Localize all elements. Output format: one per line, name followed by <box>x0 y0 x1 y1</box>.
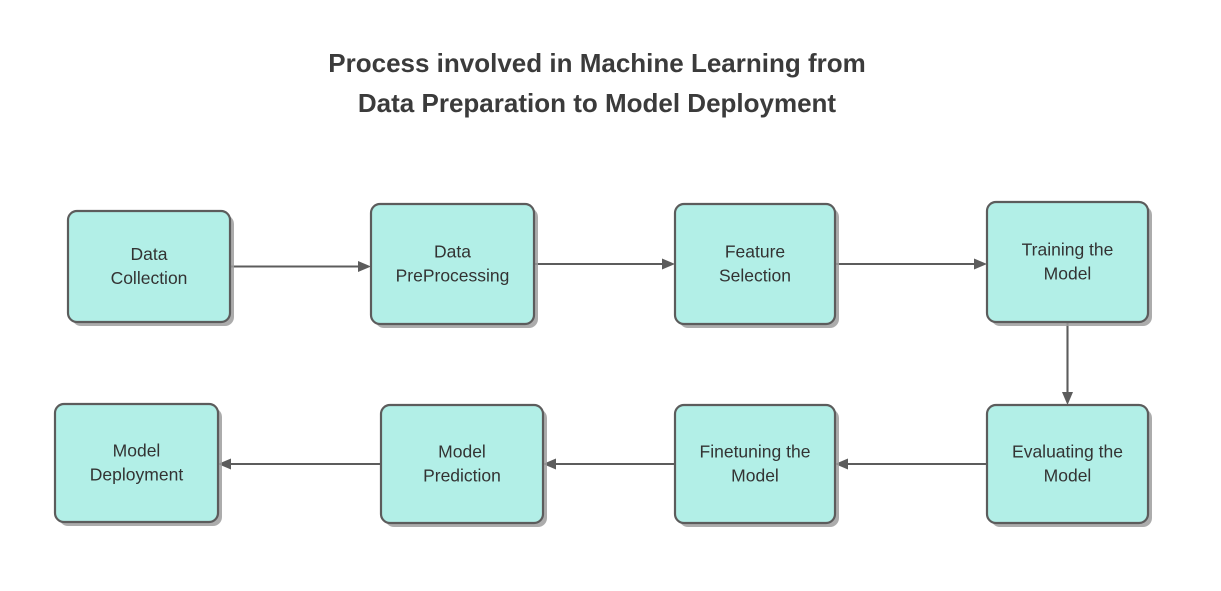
arrowhead-icon <box>662 258 675 270</box>
arrowhead-icon <box>1062 392 1073 405</box>
edge-feature-to-training <box>835 258 987 270</box>
edge-training-to-evaluating <box>1062 322 1073 405</box>
node-box[interactable] <box>53 402 220 524</box>
node-label-line-2: Collection <box>111 268 188 288</box>
node-box[interactable] <box>379 403 545 525</box>
node-label-line-1: Data <box>131 244 168 264</box>
title-line-2: Data Preparation to Model Deployment <box>358 88 837 118</box>
node-label-line-2: Model <box>731 466 779 486</box>
node-box[interactable] <box>985 403 1150 525</box>
node-label-line-2: Prediction <box>423 466 501 486</box>
edge-collection-to-preprocessing <box>230 261 371 272</box>
arrowhead-icon <box>974 258 987 270</box>
edge-preprocessing-to-feature <box>534 258 675 270</box>
node-label-line-2: Model <box>1044 264 1092 284</box>
edges-layer <box>218 258 1073 470</box>
node-training-the-model[interactable]: Training the Model <box>985 200 1152 326</box>
node-label-line-2: PreProcessing <box>396 266 510 286</box>
node-data-collection[interactable]: Data Collection <box>66 209 234 326</box>
edge-evaluating-to-finetuning <box>835 458 987 470</box>
node-label-line-1: Training the <box>1022 240 1114 260</box>
node-label-line-1: Model <box>438 442 486 462</box>
node-label-line-1: Feature <box>725 242 785 262</box>
node-box[interactable] <box>66 209 232 324</box>
title-line-1: Process involved in Machine Learning fro… <box>328 48 865 78</box>
edge-finetuning-to-prediction <box>543 458 675 470</box>
node-box[interactable] <box>369 202 536 326</box>
node-finetuning-the-model[interactable]: Finetuning the Model <box>673 403 839 527</box>
node-label-line-1: Model <box>113 441 161 461</box>
node-box[interactable] <box>673 202 837 326</box>
node-label-line-1: Evaluating the <box>1012 442 1123 462</box>
node-label-line-2: Selection <box>719 266 791 286</box>
node-label-line-2: Model <box>1044 466 1092 486</box>
node-evaluating-the-model[interactable]: Evaluating the Model <box>985 403 1152 527</box>
nodes-layer: Data Collection Data PreProcessing Feature Se… <box>53 200 1152 527</box>
node-data-preprocessing[interactable]: Data PreProcessing <box>369 202 538 328</box>
node-model-prediction[interactable]: Model Prediction <box>379 403 547 527</box>
flowchart-canvas: Process involved in Machine Learning fro… <box>53 48 1152 527</box>
arrowhead-icon <box>358 261 371 272</box>
diagram-title: Process involved in Machine Learning fro… <box>328 48 865 118</box>
node-label-line-1: Data <box>434 242 471 262</box>
node-box[interactable] <box>985 200 1150 324</box>
node-box[interactable] <box>673 403 837 525</box>
edge-prediction-to-deployment <box>218 458 381 470</box>
node-label-line-2: Deployment <box>90 465 184 485</box>
node-feature-selection[interactable]: Feature Selection <box>673 202 839 328</box>
node-model-deployment[interactable]: Model Deployment <box>53 402 222 526</box>
node-label-line-1: Finetuning the <box>700 442 811 462</box>
